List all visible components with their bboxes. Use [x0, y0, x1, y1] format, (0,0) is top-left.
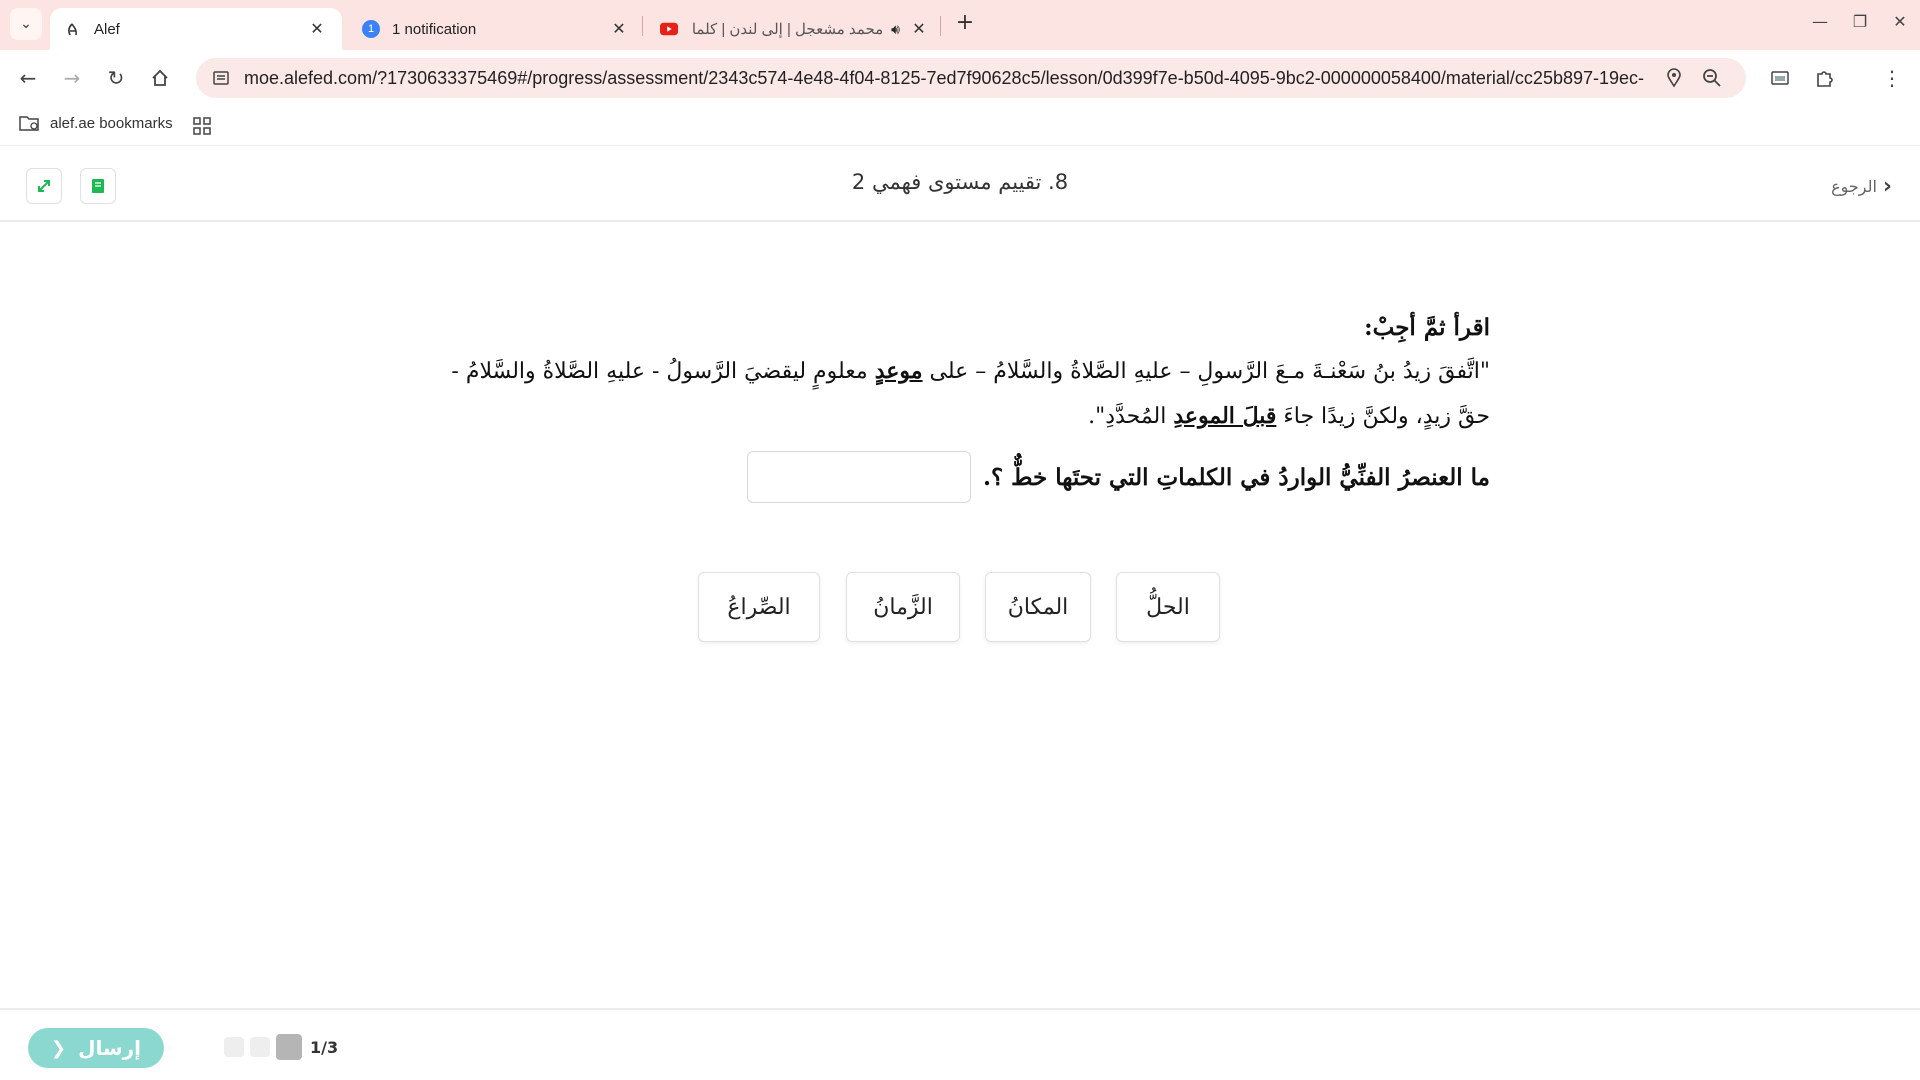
- tab-youtube[interactable]: محمد مشعجل | إلى لندن | كلما 🔊︎ ✕: [650, 8, 940, 50]
- underlined-word-2: قبلَ الموعدِ: [1173, 403, 1277, 429]
- answer-drop-zone[interactable]: [746, 451, 971, 503]
- expand-icon: [38, 180, 50, 192]
- restore-button[interactable]: ❐: [1840, 12, 1880, 31]
- tab-title: محمد مشعجل | إلى لندن | كلما: [691, 21, 884, 38]
- apps-button[interactable]: [192, 116, 212, 140]
- home-icon: [152, 69, 168, 86]
- question-area: اقرأ ثمَّ أجِبْ: "اتَّفقَ زيدُ بنُ سَعْن…: [0, 224, 1920, 1010]
- submit-button[interactable]: إرسال ❮: [28, 1028, 164, 1068]
- forward-button[interactable]: →: [56, 62, 88, 94]
- puzzle-icon: [1817, 71, 1833, 87]
- browser-toolbar: ← → ↻ moe.alefed.com/?1730633375469#/pro…: [0, 50, 1920, 106]
- lesson-header: 8. تقييم مستوى فهمي 2 ‹ الرجوع: [0, 150, 1920, 222]
- page-dot-current[interactable]: [276, 1034, 302, 1060]
- glossary-button[interactable]: [80, 168, 116, 204]
- bookmark-folder[interactable]: alef.ae bookmarks: [18, 114, 173, 132]
- new-tab-button[interactable]: +: [950, 10, 980, 35]
- page-dot[interactable]: [224, 1037, 244, 1057]
- managed-folder-icon: [19, 116, 39, 131]
- question-prompt: ما العنصرُ الفنِّيُّ الواردُ في الكلماتِ…: [982, 463, 1490, 491]
- speaker-icon[interactable]: 🔊︎: [891, 21, 900, 38]
- chevron-left-icon: ‹: [1882, 174, 1892, 199]
- close-icon[interactable]: ✕: [306, 19, 328, 39]
- underlined-word-1: موعدٍ: [874, 358, 923, 384]
- browser-tab-bar: ⌄ Alef ✕ 1 1 notification ✕ محمد مشعجل |…: [0, 0, 1920, 50]
- reload-button[interactable]: ↻: [100, 62, 132, 94]
- page-title: 8. تقييم مستوى فهمي 2: [851, 170, 1069, 194]
- back-link[interactable]: ‹ الرجوع: [1831, 174, 1892, 199]
- page-indicator: 1/3: [310, 1037, 339, 1057]
- cast-icon: [1771, 71, 1789, 85]
- bookmarks-bar: alef.ae bookmarks: [0, 106, 1920, 146]
- question-block: اقرأ ثمَّ أجِبْ: "اتَّفقَ زيدُ بنُ سَعْن…: [440, 314, 1490, 503]
- tab-search-button[interactable]: ⌄: [10, 8, 42, 40]
- question-row: ما العنصرُ الفنِّيُّ الواردُ في الكلماتِ…: [440, 451, 1490, 503]
- question-passage: "اتَّفقَ زيدُ بنُ سَعْنـةَ مـعَ الرَّسول…: [451, 358, 1490, 429]
- extensions-button[interactable]: [1808, 62, 1840, 94]
- option-chip[interactable]: الزَّمانُ: [846, 572, 960, 642]
- question-heading: اقرأ ثمَّ أجِبْ:: [1364, 314, 1490, 341]
- page-dot[interactable]: [250, 1037, 270, 1057]
- restore-icon: ❐: [1852, 12, 1868, 31]
- bookmark-folder-label: alef.ae bookmarks: [50, 114, 173, 132]
- arrow-left-icon: ←: [19, 66, 37, 90]
- option-chip[interactable]: الحلُّ: [1116, 572, 1220, 642]
- tab-title: 1 notification: [392, 20, 477, 38]
- cast-button[interactable]: [1764, 62, 1796, 94]
- tab-notification[interactable]: 1 1 notification ✕: [352, 8, 640, 50]
- close-icon[interactable]: ✕: [608, 19, 630, 39]
- tab-alef[interactable]: Alef ✕: [50, 8, 342, 50]
- back-button[interactable]: ←: [12, 62, 44, 94]
- youtube-icon: [660, 20, 678, 38]
- notification-badge-icon: 1: [362, 20, 380, 38]
- plus-icon: +: [955, 10, 975, 35]
- tab-title: Alef: [94, 20, 120, 38]
- reload-icon: ↻: [107, 66, 125, 90]
- answer-options: الحلُّ المكانُ الزَّمانُ الصِّراعُ: [698, 572, 1222, 642]
- tab-divider: [940, 16, 941, 36]
- option-chip[interactable]: المكانُ: [985, 572, 1091, 642]
- dictionary-icon: [92, 179, 104, 193]
- location-icon[interactable]: [1662, 68, 1686, 88]
- close-window-button[interactable]: ✕: [1880, 12, 1920, 31]
- minimize-icon: —: [1812, 12, 1828, 31]
- home-button[interactable]: [144, 62, 176, 94]
- minimize-button[interactable]: —: [1800, 12, 1840, 31]
- submit-label: إرسال: [78, 1036, 141, 1060]
- chevron-left-icon: ❮: [51, 1037, 67, 1059]
- site-info-icon[interactable]: [212, 69, 230, 87]
- assessment-footer: إرسال ❮ 1/3: [0, 1008, 1920, 1080]
- close-icon[interactable]: ✕: [908, 19, 930, 39]
- tab-divider: [642, 16, 643, 36]
- back-label: الرجوع: [1831, 177, 1877, 196]
- url-text: moe.alefed.com/?1730633375469#/progress/…: [244, 67, 1644, 88]
- zoom-icon[interactable]: [1700, 68, 1724, 88]
- question-pager: 1/3: [224, 1034, 338, 1060]
- close-icon: ✕: [1893, 12, 1907, 31]
- fullscreen-button[interactable]: [26, 168, 62, 204]
- arrow-right-icon: →: [63, 66, 81, 90]
- grid-icon: [193, 117, 211, 135]
- alef-logo-icon: [64, 20, 82, 38]
- chevron-down-icon: ⌄: [20, 16, 32, 32]
- menu-button[interactable]: ⋮: [1876, 62, 1908, 94]
- option-chip[interactable]: الصِّراعُ: [698, 572, 820, 642]
- kebab-menu-icon: ⋮: [1882, 66, 1902, 90]
- address-bar[interactable]: moe.alefed.com/?1730633375469#/progress/…: [196, 58, 1746, 98]
